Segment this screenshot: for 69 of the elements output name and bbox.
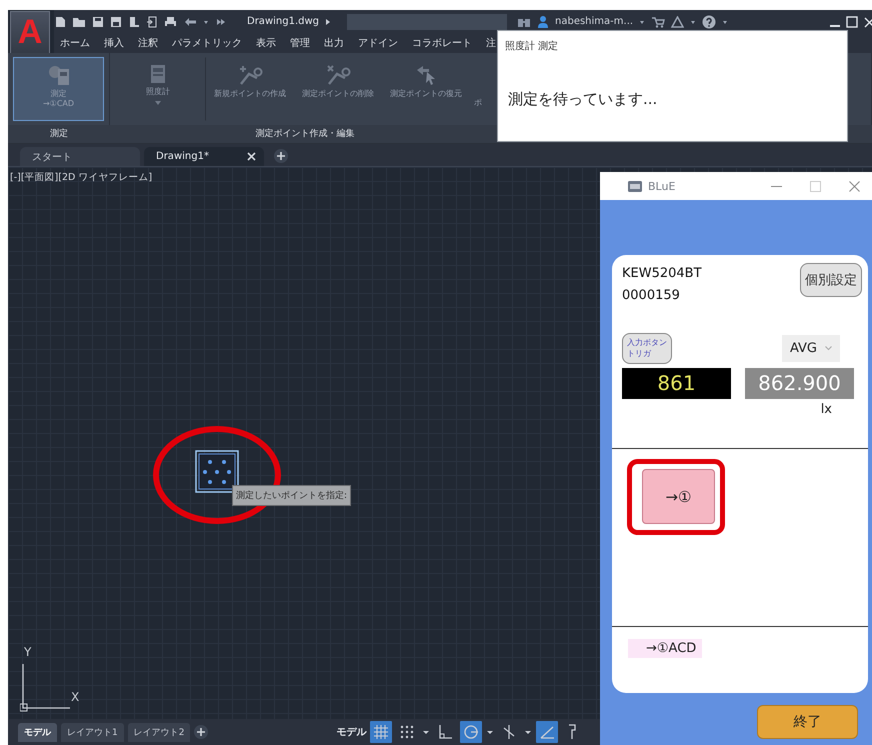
user-icon[interactable] (537, 15, 549, 28)
serial-number: 0000159 (622, 287, 681, 305)
search-field[interactable] (347, 14, 507, 30)
axis-label: X (71, 690, 80, 704)
ribbon-tab[interactable]: 出力 (324, 36, 344, 50)
save-icon[interactable] (92, 16, 104, 28)
send-button[interactable]: →① (642, 469, 715, 524)
angle-icon[interactable] (536, 721, 558, 743)
maximize-icon[interactable] (846, 16, 858, 28)
help-icon[interactable] (702, 14, 716, 28)
trigger-button[interactable]: 入力ボタントリガ (622, 333, 672, 364)
page-icon[interactable] (128, 16, 140, 28)
window-title: BLuE (648, 180, 676, 192)
ribbon-tab[interactable]: 挿入 (104, 36, 124, 50)
axis-label: Y (24, 645, 32, 659)
grid-icon[interactable] (370, 721, 392, 743)
exit-button[interactable]: 終了 (757, 705, 858, 739)
new-file-icon[interactable] (54, 16, 66, 28)
user-name[interactable]: nabeshima-m... (555, 16, 634, 27)
status-message: 測定を待っています... (508, 90, 658, 109)
undo-icon[interactable] (183, 16, 197, 28)
cart-icon[interactable] (651, 16, 666, 28)
folder-icon[interactable] (72, 16, 86, 28)
ribbon-tab[interactable]: ホーム (60, 36, 90, 50)
file-name: Drawing1.dwg (247, 16, 319, 27)
model-space-button[interactable]: モデル (336, 725, 366, 739)
plus-icon[interactable] (194, 725, 208, 739)
panel-title: 測定 (49, 128, 69, 141)
layout-tab[interactable]: レイアウト2 (128, 722, 190, 742)
current-reading: 861 (622, 368, 731, 399)
select-value: AVG (790, 341, 817, 356)
sun-meter-icon (46, 64, 70, 86)
caret-icon (155, 101, 161, 106)
pointer-arrow-icon (415, 64, 437, 86)
tab-label[interactable]: Drawing1* (156, 151, 209, 162)
app-icon (628, 180, 642, 192)
layout-tab[interactable]: レイアウト1 (61, 722, 124, 742)
document-tab[interactable]: Drawing1* (144, 147, 264, 166)
add-point-icon (237, 64, 263, 86)
ribbon-tab[interactable]: 表示 (256, 36, 276, 50)
share-icon[interactable] (146, 16, 158, 28)
ucs-axes-icon (20, 662, 72, 712)
dialog-title: 照度計 測定 (505, 40, 560, 53)
ribbon-tab[interactable]: アドイン (358, 36, 398, 50)
unit-label: lx (820, 402, 833, 417)
delete-point-icon (325, 64, 351, 86)
meter-icon (150, 64, 166, 84)
triangle-icon[interactable] (671, 16, 684, 28)
tab-label[interactable]: スタート (32, 150, 72, 164)
plus-icon[interactable] (274, 149, 288, 163)
device-name: KEW5204BT (622, 265, 702, 283)
panel-title: 測定ポイント作成・編集 (254, 128, 356, 141)
ribbon-tab[interactable]: 注 (486, 36, 496, 50)
printer-icon[interactable] (164, 16, 177, 28)
result-label: →①ACD (628, 639, 702, 658)
ribbon-tab[interactable]: パラメトリック (172, 36, 242, 50)
polar-icon[interactable] (460, 721, 482, 743)
ribbon-tab[interactable]: 注釈 (138, 36, 158, 50)
command-tooltip: 測定したいポイントを指定: (232, 485, 352, 506)
ribbon-tab[interactable]: コラボレート (412, 36, 472, 50)
save-as-icon[interactable] (110, 16, 122, 28)
chevron-icon (825, 346, 832, 351)
ribbon-tab[interactable]: 管理 (290, 36, 310, 50)
document-tab[interactable]: スタート (20, 147, 140, 166)
mode-select[interactable]: AVG (782, 335, 840, 362)
average-reading: 862.900 (745, 368, 854, 399)
viewport-label[interactable]: [-][平面図][2D ワイヤフレーム] (10, 171, 152, 184)
settings-button[interactable]: 個別設定 (800, 263, 862, 297)
layout-tab[interactable]: モデル (18, 722, 57, 742)
